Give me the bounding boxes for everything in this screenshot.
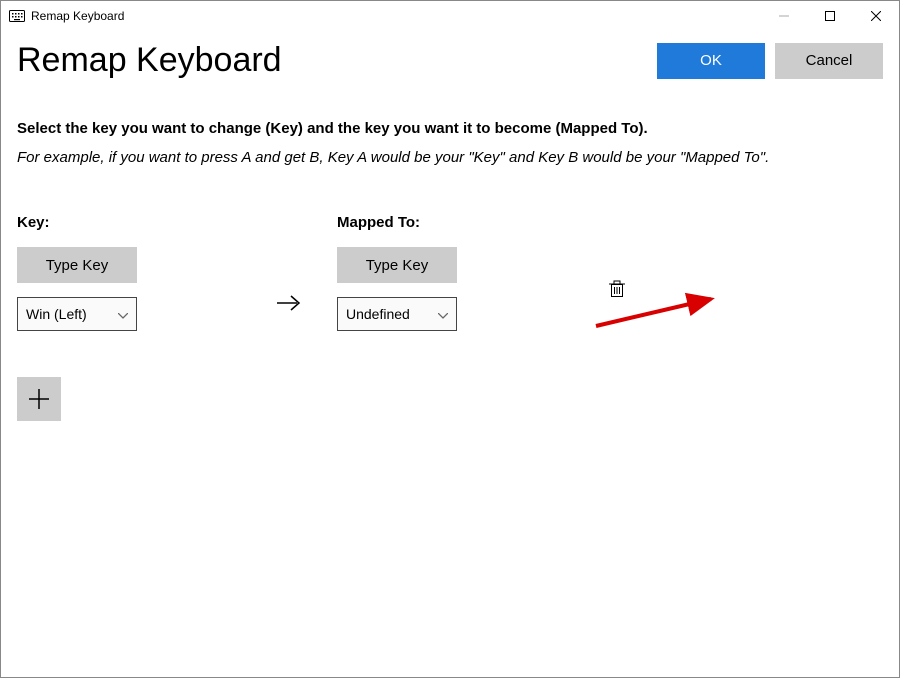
- window-controls: [761, 1, 899, 31]
- minimize-button[interactable]: [761, 1, 807, 31]
- add-mapping-button[interactable]: [17, 377, 61, 421]
- keyboard-icon: [9, 10, 25, 22]
- type-key-button-source[interactable]: Type Key: [17, 247, 137, 283]
- key-label: Key:: [17, 214, 237, 231]
- instruction-primary: Select the key you want to change (Key) …: [17, 120, 883, 137]
- type-key-button-target[interactable]: Type Key: [337, 247, 457, 283]
- page-title: Remap Keyboard: [17, 41, 647, 80]
- delete-mapping-button[interactable]: [609, 280, 625, 331]
- key-column: Key: Type Key Win (Left): [17, 214, 237, 331]
- trash-icon: [609, 280, 625, 298]
- mapped-column: Mapped To: Type Key Undefined: [337, 214, 469, 331]
- close-button[interactable]: [853, 1, 899, 31]
- plus-icon: [29, 389, 49, 409]
- instruction-example: For example, if you want to press A and …: [17, 149, 883, 166]
- key-select-source[interactable]: Win (Left): [17, 297, 137, 331]
- chevron-down-icon: [438, 306, 448, 322]
- header: Remap Keyboard OK Cancel: [17, 41, 883, 80]
- key-select-target[interactable]: Undefined: [337, 297, 457, 331]
- titlebar: Remap Keyboard: [1, 1, 899, 31]
- mapped-label: Mapped To:: [337, 214, 469, 231]
- maximize-button[interactable]: [807, 1, 853, 31]
- mapping-row: Key: Type Key Win (Left) Mapped To: Type…: [17, 214, 883, 331]
- mapped-select-value: Undefined: [346, 306, 410, 322]
- ok-button[interactable]: OK: [657, 43, 765, 79]
- key-select-value: Win (Left): [26, 306, 87, 322]
- cancel-button[interactable]: Cancel: [775, 43, 883, 79]
- arrow-icon: [237, 214, 337, 331]
- window-title: Remap Keyboard: [31, 9, 124, 23]
- chevron-down-icon: [118, 306, 128, 322]
